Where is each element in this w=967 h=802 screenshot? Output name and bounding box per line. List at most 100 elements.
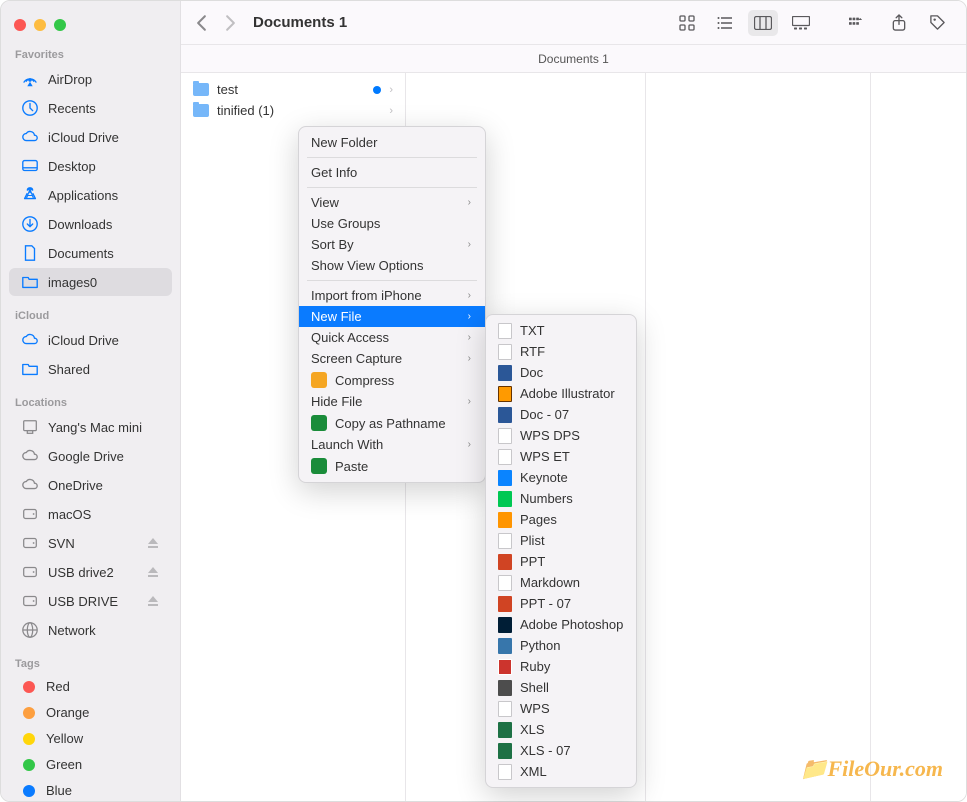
submenu-item-doc-07[interactable]: Doc - 07 [486, 404, 636, 425]
submenu-item-numbers[interactable]: Numbers [486, 488, 636, 509]
menu-item-copy-as-pathname[interactable]: Copy as Pathname [299, 412, 485, 434]
sidebar-item-label: Documents [48, 246, 160, 261]
tags-button[interactable] [922, 10, 952, 36]
submenu-item-pages[interactable]: Pages [486, 509, 636, 530]
submenu-item-doc[interactable]: Doc [486, 362, 636, 383]
sidebar-item-yang-s-mac-mini[interactable]: Yang's Mac mini [9, 413, 172, 441]
sidebar-item-recents[interactable]: Recents [9, 94, 172, 122]
chevron-right-icon: › [389, 84, 393, 96]
eject-icon[interactable] [146, 594, 160, 608]
computer-icon [21, 418, 39, 436]
file-item[interactable]: tinified (1) › [181, 100, 405, 121]
menu-item-view[interactable]: View› [299, 192, 485, 213]
forward-button[interactable] [224, 14, 237, 32]
submenu-item-python[interactable]: Python [486, 635, 636, 656]
submenu-item-adobe-illustrator[interactable]: Adobe Illustrator [486, 383, 636, 404]
menu-item-use-groups[interactable]: Use Groups [299, 213, 485, 234]
submenu-item-label: XLS - 07 [520, 743, 624, 758]
menu-item-label: Paste [335, 459, 471, 474]
cloud-icon [21, 331, 39, 349]
eject-icon[interactable] [146, 565, 160, 579]
submenu-item-adobe-photoshop[interactable]: Adobe Photoshop [486, 614, 636, 635]
submenu-item-label: XML [520, 764, 624, 779]
sidebar-item-usb-drive[interactable]: USB DRIVE [9, 587, 172, 615]
minimize-button[interactable] [34, 19, 46, 31]
submenu-item-rtf[interactable]: RTF [486, 341, 636, 362]
tag-dot-icon [23, 759, 35, 771]
sidebar-item-network[interactable]: Network [9, 616, 172, 644]
menu-item-show-view-options[interactable]: Show View Options [299, 255, 485, 276]
sidebar-item-label: SVN [48, 536, 137, 551]
menu-item-compress[interactable]: Compress [299, 369, 485, 391]
apps-icon: A [21, 186, 39, 204]
sidebar-item-desktop[interactable]: Desktop [9, 152, 172, 180]
sidebar-item-shared[interactable]: Shared [9, 355, 172, 383]
view-icons-button[interactable] [672, 10, 702, 36]
view-gallery-button[interactable] [786, 10, 816, 36]
sidebar-item-icloud-drive[interactable]: iCloud Drive [9, 123, 172, 151]
submenu-item-shell[interactable]: Shell [486, 677, 636, 698]
menu-item-sort-by[interactable]: Sort By› [299, 234, 485, 255]
submenu-item-plist[interactable]: Plist [486, 530, 636, 551]
sidebar-item-google-drive[interactable]: Google Drive [9, 442, 172, 470]
submenu-item-keynote[interactable]: Keynote [486, 467, 636, 488]
submenu-item-ppt-07[interactable]: PPT - 07 [486, 593, 636, 614]
file-type-icon [498, 533, 512, 549]
menu-item-paste[interactable]: Paste [299, 455, 485, 477]
submenu-item-markdown[interactable]: Markdown [486, 572, 636, 593]
sidebar-item-documents[interactable]: Documents [9, 239, 172, 267]
menu-item-get-info[interactable]: Get Info [299, 162, 485, 183]
submenu-item-wps-dps[interactable]: WPS DPS [486, 425, 636, 446]
submenu-item-label: Doc - 07 [520, 407, 624, 422]
file-item[interactable]: test › [181, 79, 405, 100]
sidebar-item-label: Yang's Mac mini [48, 420, 160, 435]
sidebar-item-svn[interactable]: SVN [9, 529, 172, 557]
sidebar-item-downloads[interactable]: Downloads [9, 210, 172, 238]
view-list-button[interactable] [710, 10, 740, 36]
column-3[interactable] [646, 73, 871, 801]
submenu-item-xls-07[interactable]: XLS - 07 [486, 740, 636, 761]
back-button[interactable] [195, 14, 208, 32]
submenu-item-wps[interactable]: WPS [486, 698, 636, 719]
close-button[interactable] [14, 19, 26, 31]
maximize-button[interactable] [54, 19, 66, 31]
submenu-item-label: Numbers [520, 491, 624, 506]
section-header-locations: Locations [1, 391, 180, 412]
tag-item-green[interactable]: Green [9, 752, 172, 777]
submenu-item-xml[interactable]: XML [486, 761, 636, 782]
menu-item-hide-file[interactable]: Hide File› [299, 391, 485, 412]
menu-item-import-from-iphone[interactable]: Import from iPhone› [299, 285, 485, 306]
view-columns-button[interactable] [748, 10, 778, 36]
tag-label: Orange [46, 705, 89, 720]
sidebar-item-macos[interactable]: macOS [9, 500, 172, 528]
download-icon [21, 215, 39, 233]
submenu-item-xls[interactable]: XLS [486, 719, 636, 740]
sidebar-item-icloud-drive[interactable]: iCloud Drive [9, 326, 172, 354]
folder-icon [193, 83, 209, 96]
sidebar-item-airdrop[interactable]: AirDrop [9, 65, 172, 93]
submenu-item-wps-et[interactable]: WPS ET [486, 446, 636, 467]
tag-item-blue[interactable]: Blue [9, 778, 172, 801]
menu-item-quick-access[interactable]: Quick Access› [299, 327, 485, 348]
submenu-item-ruby[interactable]: Ruby [486, 656, 636, 677]
sidebar-item-applications[interactable]: A Applications [9, 181, 172, 209]
share-button[interactable] [884, 10, 914, 36]
menu-item-new-file[interactable]: New File› [299, 306, 485, 327]
menu-item-screen-capture[interactable]: Screen Capture› [299, 348, 485, 369]
tag-item-yellow[interactable]: Yellow [9, 726, 172, 751]
submenu-item-ppt[interactable]: PPT [486, 551, 636, 572]
submenu-item-txt[interactable]: TXT [486, 320, 636, 341]
sidebar-item-onedrive[interactable]: OneDrive [9, 471, 172, 499]
menu-item-launch-with[interactable]: Launch With› [299, 434, 485, 455]
tag-item-orange[interactable]: Orange [9, 700, 172, 725]
compress-icon [311, 372, 327, 388]
sidebar-item-usb-drive2[interactable]: USB drive2 [9, 558, 172, 586]
cloud-icon [21, 476, 39, 494]
chevron-right-icon: › [468, 311, 471, 322]
group-by-button[interactable] [840, 10, 876, 36]
eject-icon[interactable] [146, 536, 160, 550]
cloud-icon [21, 128, 39, 146]
menu-item-new-folder[interactable]: New Folder [299, 132, 485, 153]
sidebar-item-images0[interactable]: images0 [9, 268, 172, 296]
tag-item-red[interactable]: Red [9, 674, 172, 699]
